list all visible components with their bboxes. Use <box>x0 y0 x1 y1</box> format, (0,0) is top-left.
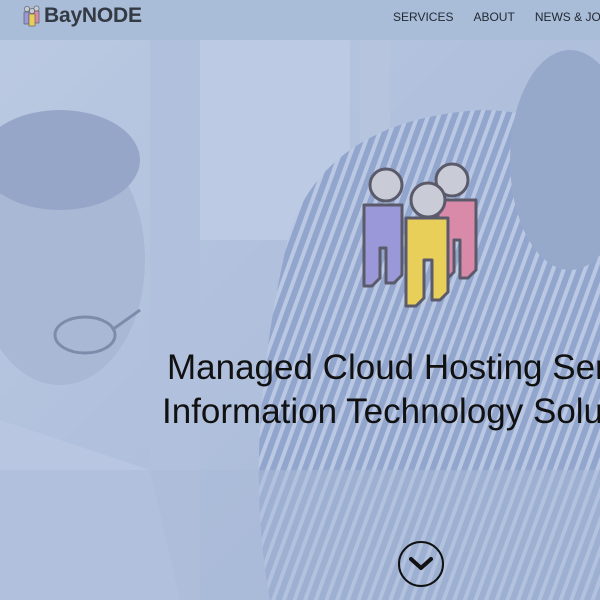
nav-item-services[interactable]: SERVICES <box>393 10 453 24</box>
hero-headline-line-2: Information Technology Solutions <box>162 392 600 431</box>
nav-item-about[interactable]: ABOUT <box>473 10 514 24</box>
site-header: BayNODE SERVICES ABOUT NEWS & JOURNAL <box>0 0 600 40</box>
people-group-icon <box>23 5 40 27</box>
scroll-down-button[interactable] <box>398 541 444 587</box>
nav-item-news-journal[interactable]: NEWS & JOURNAL <box>535 10 600 24</box>
brand-logo[interactable]: BayNODE <box>23 3 142 29</box>
main-nav: SERVICES ABOUT NEWS & JOURNAL <box>393 10 600 24</box>
hero-headline-line-1: Managed Cloud Hosting Services <box>167 348 600 387</box>
chevron-down-icon <box>409 557 433 570</box>
brand-name: BayNODE <box>44 4 142 27</box>
people-group-icon <box>362 162 478 308</box>
page: BayNODE SERVICES ABOUT NEWS & JOURNAL Ma… <box>0 0 600 600</box>
hero-overlay <box>0 0 600 600</box>
hero-headline: Managed Cloud Hosting Services Informati… <box>162 346 600 434</box>
